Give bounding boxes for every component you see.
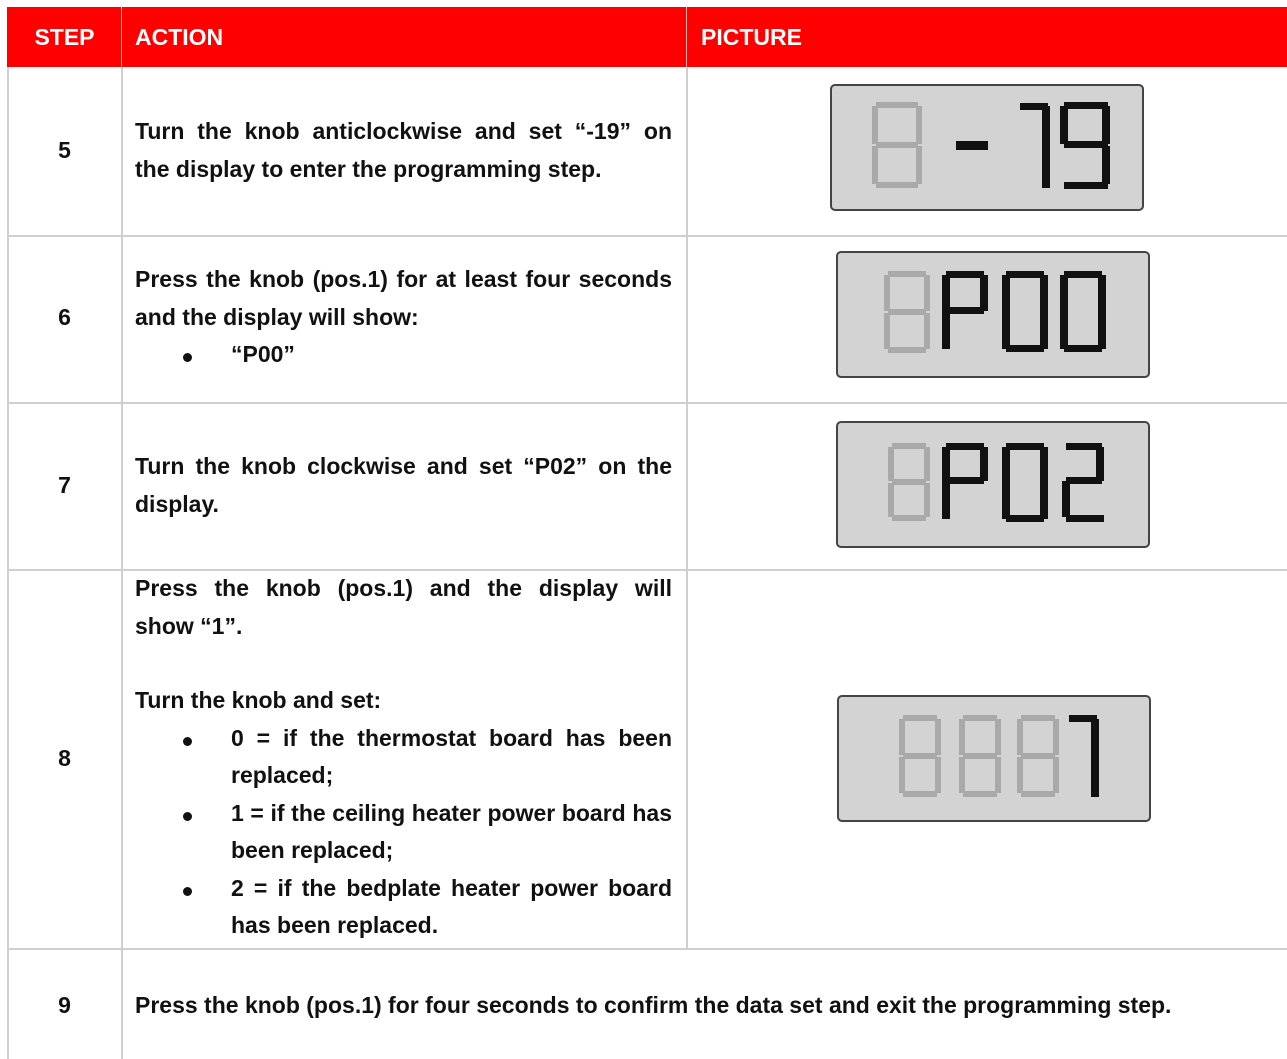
lcd-display [830,84,1144,211]
lcd-display [836,421,1150,548]
bullet-dot [183,811,192,821]
lcd-minus-segment [956,141,988,150]
lcd-digit-1 [1069,715,1099,797]
bullet-text: 2 = if the bedplate heater power board h… [231,874,672,939]
step-number: 7 [58,472,71,498]
lcd-ghost-digit [959,715,1001,797]
lcd-digit-p [942,443,988,519]
lcd-digit-2 [1062,443,1104,522]
lcd-ghost-digit [884,271,930,353]
step-number: 5 [58,137,71,163]
action-subheading: Turn the knob and set: [135,687,382,713]
header-step: STEP [34,24,95,50]
bullet-text: 1 = if the ceiling heater power board ha… [231,799,672,864]
action-text: Press the knob (pos.1) for four seconds … [135,992,1172,1018]
lcd-display [836,251,1150,378]
lcd-digit-9 [1060,102,1110,189]
bullet-dot [183,353,192,362]
lcd-display [837,695,1151,822]
step-number: 6 [58,304,71,330]
bullet-dot [183,886,192,896]
action-text: the display to enter the programming ste… [135,155,602,182]
action-text: display. [135,490,219,517]
table-header: STEP ACTION PICTURE [7,7,1287,67]
step-number: 9 [58,992,71,1018]
lcd-digit-0 [1060,271,1106,352]
action-text: Turn the knob anticlockwise and set “-19… [135,118,672,144]
lcd-digits [899,715,1099,797]
bullet-text: “P00” [231,341,295,367]
bullet-item: 0 = if the thermostat board has been rep… [135,720,672,795]
header-picture: PICTURE [701,24,802,50]
action-text: Press the knob (pos.1) and the display w… [135,575,672,601]
bullet-dot [183,736,192,746]
lcd-ghost-digit [872,102,922,188]
bullet-item: 1 = if the ceiling heater power board ha… [135,795,672,870]
lcd-ghost-digit [899,715,941,797]
lcd-digit-p [942,271,988,349]
bullet-item: 2 = if the bedplate heater power board h… [135,870,672,945]
step-action: Turn the knob clockwise and set “P02” on… [135,448,672,523]
step-number: 8 [58,745,71,771]
action-text: and the display will show: [135,303,419,330]
step-action: Press the knob (pos.1) for four seconds … [135,987,1275,1025]
lcd-digits [888,443,1104,522]
bullet-item: “P00” [135,336,672,374]
header-action: ACTION [135,24,224,50]
action-text: Press the knob (pos.1) for at least four… [135,266,672,292]
lcd-digit-0 [1002,271,1048,352]
step-action: Press the knob (pos.1) and the display w… [135,570,672,945]
lcd-ghost-digit [1017,715,1059,797]
lcd-digit-1 [1020,103,1050,188]
bullet-text: 0 = if the thermostat board has been rep… [231,724,672,789]
step-action: Press the knob (pos.1) for at least four… [135,261,672,374]
lcd-digits [872,102,1110,189]
lcd-digit-0 [1002,443,1048,522]
action-text: show “1”. [135,612,243,639]
action-text: Turn the knob clockwise and set “P02” on… [135,453,672,479]
lcd-digits [884,271,1106,353]
step-action: Turn the knob anticlockwise and set “-19… [135,113,672,188]
instruction-table: STEP ACTION PICTURE 5 Turn the knob anti… [7,7,1287,1059]
lcd-ghost-digit [888,443,930,521]
